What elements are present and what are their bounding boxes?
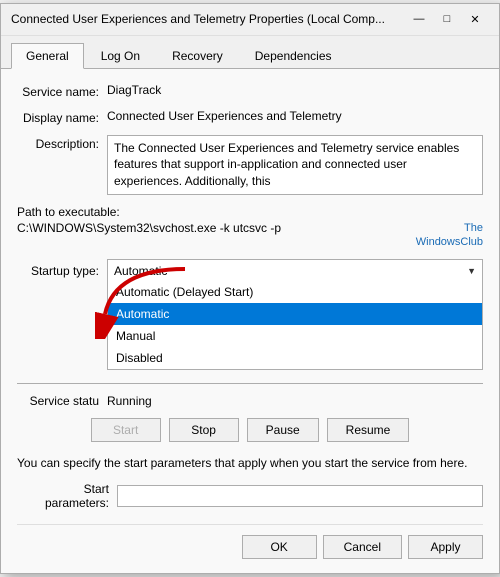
title-bar-buttons: — □ ✕ [405,9,489,29]
path-row: C:\WINDOWS\System32\svchost.exe -k utcsv… [17,221,483,250]
display-name-value: Connected User Experiences and Telemetry [107,109,483,123]
dropdown-selected[interactable]: Automatic ▼ [107,259,483,283]
tab-logon[interactable]: Log On [86,43,155,69]
info-text: You can specify the start parameters tha… [17,454,483,472]
display-name-label: Display name: [17,109,107,125]
dropdown-option-automatic-delayed[interactable]: Automatic (Delayed Start) [108,281,482,303]
title-bar: Connected User Experiences and Telemetry… [1,4,499,36]
start-params-row: Start parameters: [17,482,483,510]
dropdown-options-list: Automatic (Delayed Start) Automatic Manu… [107,281,483,370]
minimize-button[interactable]: — [405,9,433,29]
service-name-label: Service name: [17,83,107,99]
service-status-label: Service statu [17,394,107,408]
service-name-row: Service name: DiagTrack [17,83,483,99]
window-title: Connected User Experiences and Telemetry… [11,12,385,26]
ok-cancel-row: OK Cancel Apply [17,524,483,559]
startup-type-dropdown[interactable]: Automatic ▼ Automatic (Delayed Start) Au… [107,259,483,283]
close-button[interactable]: ✕ [461,9,489,29]
description-label: Description: [17,135,107,151]
path-value: C:\WINDOWS\System32\svchost.exe -k utcsv… [17,221,403,235]
display-name-row: Display name: Connected User Experiences… [17,109,483,125]
service-name-value: DiagTrack [107,83,483,97]
dropdown-selected-text: Automatic [114,264,467,278]
pause-button[interactable]: Pause [247,418,319,442]
start-params-label: Start parameters: [17,482,117,510]
resume-button[interactable]: Resume [327,418,410,442]
description-value: The Connected User Experiences and Telem… [107,135,483,195]
properties-window: Connected User Experiences and Telemetry… [0,3,500,575]
startup-type-label: Startup type: [17,264,107,278]
chevron-down-icon: ▼ [467,266,476,276]
startup-type-section: Startup type: Automatic ▼ Automatic (Del… [17,259,483,283]
tab-general[interactable]: General [11,43,84,69]
cancel-button[interactable]: Cancel [323,535,402,559]
start-params-input[interactable] [117,485,483,507]
service-control-buttons: Start Stop Pause Resume [17,418,483,442]
dropdown-option-manual[interactable]: Manual [108,325,482,347]
path-section: Path to executable: C:\WINDOWS\System32\… [17,205,483,250]
service-status-value: Running [107,394,152,408]
tab-dependencies[interactable]: Dependencies [240,43,347,69]
dropdown-option-disabled[interactable]: Disabled [108,347,482,369]
divider-1 [17,383,483,384]
description-row: Description: The Connected User Experien… [17,135,483,195]
tab-bar: General Log On Recovery Dependencies [1,36,499,69]
service-status-section: Service statu Running [17,394,483,408]
tab-content: Service name: DiagTrack Display name: Co… [1,69,499,574]
watermark-text: TheWindowsClub [403,221,483,250]
tab-recovery[interactable]: Recovery [157,43,238,69]
apply-button[interactable]: Apply [408,535,483,559]
dropdown-option-automatic[interactable]: Automatic [108,303,482,325]
start-button[interactable]: Start [91,418,161,442]
path-label: Path to executable: [17,205,483,219]
ok-button[interactable]: OK [242,535,317,559]
maximize-button[interactable]: □ [433,9,461,29]
stop-button[interactable]: Stop [169,418,239,442]
